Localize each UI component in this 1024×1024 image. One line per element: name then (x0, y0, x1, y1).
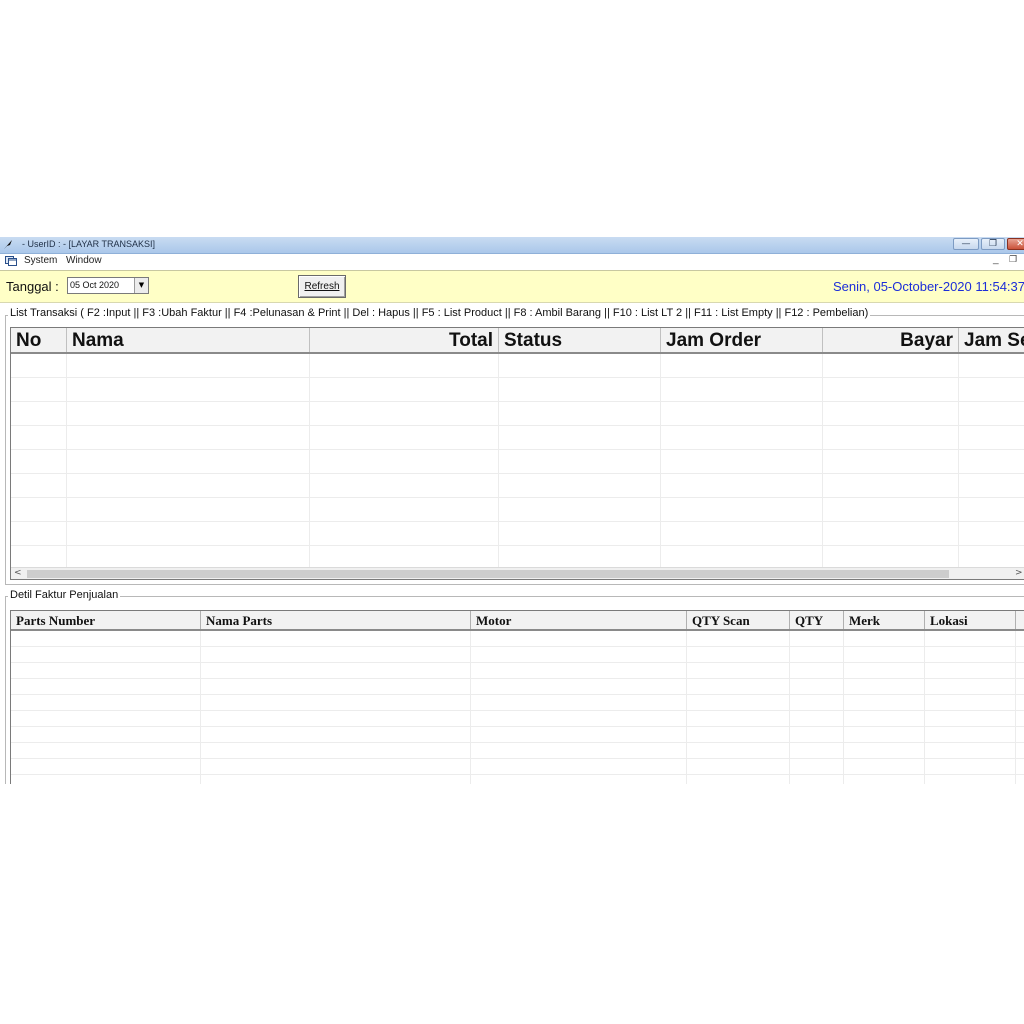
col-header-jam-selesai[interactable]: Jam Selesai (959, 328, 1024, 352)
table-row[interactable] (11, 679, 1024, 695)
refresh-button-label: Refresh (304, 281, 340, 292)
close-button[interactable]: ✕ (1007, 238, 1024, 250)
col-header-nama-parts[interactable]: Nama Parts (201, 611, 471, 629)
transaksi-grid[interactable]: No Nama Total Status Jam Order Bayar Jam… (10, 327, 1024, 580)
scrollbar-thumb[interactable] (27, 570, 949, 578)
app-feather-icon (4, 240, 12, 249)
col-header-total[interactable]: Total (310, 328, 499, 352)
table-row[interactable] (11, 711, 1024, 727)
col-header-qty-scan[interactable]: QTY Scan (687, 611, 790, 629)
window-title: - UserID : - [LAYAR TRANSAKSI] (22, 239, 156, 249)
transaksi-grid-body[interactable] (11, 354, 1024, 570)
col-header-status[interactable]: Status (499, 328, 661, 352)
column-divider (822, 354, 823, 568)
table-row[interactable] (11, 647, 1024, 663)
document-window-icon[interactable] (5, 256, 17, 266)
col-header-no[interactable]: No (11, 328, 67, 352)
column-divider (843, 631, 844, 784)
table-row[interactable] (11, 759, 1024, 775)
maximize-button[interactable]: ❐ (981, 238, 1005, 250)
column-divider (789, 631, 790, 784)
mdi-restore-icon[interactable]: ❐ (1009, 254, 1017, 265)
table-row[interactable] (11, 474, 1024, 498)
table-row[interactable] (11, 775, 1024, 784)
menu-window[interactable]: Window (66, 255, 102, 266)
date-label: Tanggal : (6, 279, 59, 294)
column-divider (958, 354, 959, 568)
table-row[interactable] (11, 695, 1024, 711)
col-header-merk[interactable]: Merk (844, 611, 925, 629)
column-divider (498, 354, 499, 568)
detail-grid-header: Parts Number Nama Parts Motor QTY Scan Q… (11, 611, 1024, 631)
col-header-jam-order[interactable]: Jam Order (661, 328, 823, 352)
table-row[interactable] (11, 354, 1024, 378)
col-header-parts-number[interactable]: Parts Number (11, 611, 201, 629)
mdi-minimize-icon[interactable]: _ (993, 254, 999, 265)
detail-grid-body[interactable] (11, 631, 1024, 784)
menu-bar: System Window _ ❐ (0, 254, 1024, 269)
col-header-lokasi[interactable]: Lokasi (925, 611, 1016, 629)
table-row[interactable] (11, 426, 1024, 450)
table-row[interactable] (11, 663, 1024, 679)
horizontal-scrollbar[interactable]: < > (11, 567, 1024, 579)
table-row[interactable] (11, 631, 1024, 647)
menu-system[interactable]: System (24, 255, 57, 266)
date-picker[interactable]: 05 Oct 2020 ▼ (67, 277, 149, 294)
title-bar[interactable]: - UserID : - [LAYAR TRANSAKSI] — ❐ ✕ (0, 237, 1024, 254)
dropdown-arrow-icon[interactable]: ▼ (134, 278, 148, 293)
refresh-button[interactable]: Refresh (298, 275, 346, 298)
transaksi-grid-header: No Nama Total Status Jam Order Bayar Jam… (11, 328, 1024, 354)
col-header-motor[interactable]: Motor (471, 611, 687, 629)
column-divider (309, 354, 310, 568)
column-divider (1015, 631, 1016, 784)
table-row[interactable] (11, 743, 1024, 759)
table-row[interactable] (11, 727, 1024, 743)
scroll-left-icon[interactable]: < (14, 568, 22, 578)
app-window: - UserID : - [LAYAR TRANSAKSI] — ❐ ✕ Sys… (0, 237, 1024, 784)
col-header-extra[interactable] (1016, 611, 1024, 629)
minimize-button[interactable]: — (953, 238, 979, 250)
table-row[interactable] (11, 378, 1024, 402)
close-icon: ✕ (1016, 239, 1024, 249)
col-header-qty[interactable]: QTY (790, 611, 844, 629)
detail-grid[interactable]: Parts Number Nama Parts Motor QTY Scan Q… (10, 610, 1024, 784)
scroll-right-icon[interactable]: > (1015, 568, 1023, 578)
col-header-bayar[interactable]: Bayar (823, 328, 959, 352)
table-row[interactable] (11, 498, 1024, 522)
current-datetime: Senin, 05-October-2020 11:54:37 (833, 279, 1024, 294)
table-row[interactable] (11, 402, 1024, 426)
minimize-icon: — (961, 239, 971, 249)
column-divider (686, 631, 687, 784)
detail-group-legend: Detil Faktur Penjualan (8, 589, 121, 601)
column-divider (470, 631, 471, 784)
table-row[interactable] (11, 450, 1024, 474)
column-divider (66, 354, 67, 568)
filter-toolbar: Tanggal : 05 Oct 2020 ▼ Refresh Senin, 0… (0, 270, 1024, 303)
restore-icon: ❐ (988, 239, 998, 249)
column-divider (924, 631, 925, 784)
transaksi-group-legend: List Transaksi ( F2 :Input || F3 :Ubah F… (8, 307, 871, 319)
column-divider (660, 354, 661, 568)
date-value: 05 Oct 2020 (70, 280, 120, 290)
column-divider (200, 631, 201, 784)
table-row[interactable] (11, 522, 1024, 546)
col-header-nama[interactable]: Nama (67, 328, 310, 352)
